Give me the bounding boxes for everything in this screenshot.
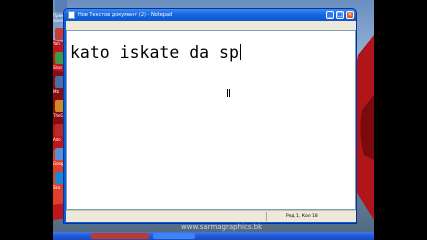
desktop: Пряк път доdaemonYahSharMbTheGAdoGoogSka… [53,0,374,240]
text-caret [239,44,241,60]
taskbar-button-active[interactable] [91,233,149,239]
notepad-icon [68,11,75,19]
taskbar [53,232,374,240]
desktop-icon-label: Ado [53,137,61,142]
editor-content[interactable]: kato iskate da sp [70,43,241,63]
desktop-icon-label: TheG [53,113,64,118]
minimize-button[interactable]: _ [326,11,334,19]
desktop-icon-label: Goog [53,161,64,166]
title-bar[interactable]: Нов Текстов документ (2) - Notepad _ □ × [64,9,356,21]
maximize-button[interactable]: □ [336,11,344,19]
desktop-icon-label: Ska [53,185,61,190]
status-separator [266,212,267,221]
mouse-ibeam-cursor [227,89,230,97]
status-bar: Ред 1, Кол 18 [66,210,356,222]
watermark-text: www.sarmagraphics.bk [181,223,263,231]
desktop-icon-label: Shar [53,65,63,70]
cursor-position: Ред 1, Кол 18 [286,214,318,219]
taskbar-button[interactable] [153,233,195,239]
text-editor[interactable]: kato iskate da sp [66,30,356,210]
desktop-icon-label: Yah [53,41,60,46]
notepad-window[interactable]: Нов Текстов документ (2) - Notepad _ □ ×… [63,8,357,224]
window-title: Нов Текстов документ (2) - Notepad [78,12,173,18]
close-button[interactable]: × [346,11,354,19]
menu-bar: Файл Редактиране Формат Изглед Помощ [66,21,356,38]
desktop-icon-label: Mb [53,89,59,94]
editor-text-value: kato iskate da sp [70,43,239,62]
